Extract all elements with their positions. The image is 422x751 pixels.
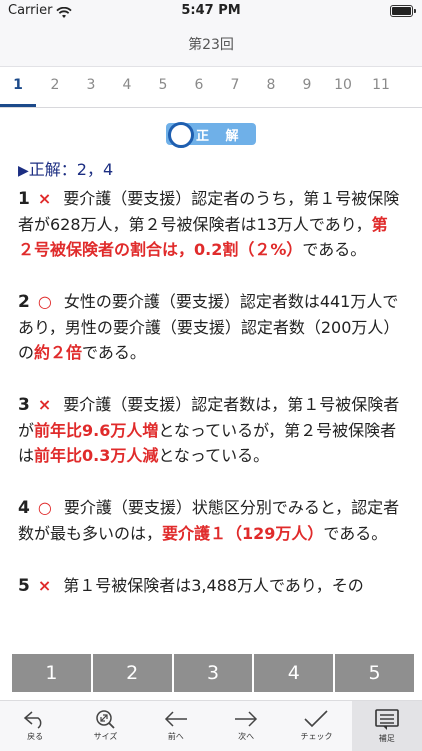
tab-question-11[interactable]: 11 bbox=[363, 77, 399, 93]
explanation-item-4: 4 ○ 要介護（要支援）状態区分別でみると，認定者数が最も多いのは，要介護１（129… bbox=[18, 495, 402, 546]
explanation-text: 第１号被保険者は3,488万人であり，その bbox=[63, 576, 364, 595]
page-title: 第23回 bbox=[188, 37, 234, 53]
tab-question-5[interactable]: 5 bbox=[145, 77, 181, 93]
answer-button-4[interactable]: 4 bbox=[254, 654, 334, 692]
back-arrow-icon bbox=[0, 709, 70, 729]
tab-question-8[interactable]: 8 bbox=[253, 77, 289, 93]
status-bar: Carrier 5:47 PM bbox=[0, 0, 422, 22]
highlighted-text: 前年比0.3万人減 bbox=[34, 446, 159, 465]
toolbar-label: チェック bbox=[300, 732, 333, 741]
answer-button-bar: 12345 bbox=[12, 654, 414, 692]
clock: 5:47 PM bbox=[181, 3, 241, 18]
left-arrow-icon bbox=[141, 709, 211, 729]
banner-label: 正 解 bbox=[196, 129, 245, 144]
battery-icon bbox=[390, 5, 416, 17]
answer-button-3[interactable]: 3 bbox=[173, 654, 253, 692]
item-number: 2 bbox=[18, 292, 30, 312]
correct-answer-line: ▶正解：2，4 bbox=[18, 156, 113, 180]
explanation-item-2: 2 ○ 女性の要介護（要支援）認定者数は441万人であり，男性の要介護（要支援）認定… bbox=[18, 289, 402, 365]
toolbar-button-check[interactable]: チェック bbox=[281, 701, 351, 751]
check-icon bbox=[281, 709, 351, 729]
toolbar-label: 前へ bbox=[167, 732, 184, 741]
toolbar-button-notes[interactable]: 補足 bbox=[351, 701, 422, 751]
explanation-text: 要介護（要支援）認定者のうち，第１号被保険者が628万人，第２号被保険者は13万… bbox=[18, 189, 400, 234]
toolbar-label: 次へ bbox=[238, 732, 255, 741]
answer-button-2[interactable]: 2 bbox=[92, 654, 172, 692]
toolbar-label: 戻る bbox=[27, 732, 44, 741]
explanation-item-5: 5 × 第１号被保険者は3,488万人であり，その bbox=[18, 573, 402, 599]
item-number: 5 bbox=[18, 576, 30, 596]
explanation-text: である。 bbox=[302, 240, 367, 259]
toolbar-button-zoom[interactable]: サイズ bbox=[70, 701, 140, 751]
tab-question-6[interactable]: 6 bbox=[181, 77, 217, 93]
answer-label: 正解： bbox=[28, 160, 77, 179]
answer-button-1[interactable]: 1 bbox=[12, 654, 91, 692]
toolbar-button-left-arrow[interactable]: 前へ bbox=[141, 701, 211, 751]
explanation-item-3: 3 × 要介護（要支援）認定者数は，第１号被保険者が前年比9.6万人増となっているが… bbox=[18, 392, 402, 468]
active-tab-indicator bbox=[0, 104, 36, 107]
toolbar-button-back-arrow[interactable]: 戻る bbox=[0, 701, 70, 751]
highlighted-text: 約２倍 bbox=[34, 343, 83, 362]
tab-question-10[interactable]: 10 bbox=[325, 77, 361, 93]
bottom-toolbar: 戻る サイズ 前へ 次へ チェック 補足 bbox=[0, 700, 422, 751]
zoom-icon bbox=[70, 709, 140, 729]
correct-mark: ○ bbox=[37, 292, 52, 311]
correct-circle-icon bbox=[168, 122, 194, 148]
highlighted-text: 要介護１（129万人） bbox=[162, 524, 324, 543]
tab-question-9[interactable]: 9 bbox=[289, 77, 325, 93]
navigation-bar: 第23回 bbox=[0, 22, 422, 67]
explanation-list: 1 × 要介護（要支援）認定者のうち，第１号被保険者が628万人，第２号被保険者は1… bbox=[18, 186, 402, 626]
explanation-text: である。 bbox=[82, 343, 146, 362]
tab-question-7[interactable]: 7 bbox=[217, 77, 253, 93]
explanation-item-1: 1 × 要介護（要支援）認定者のうち，第１号被保険者が628万人，第２号被保険者は1… bbox=[18, 186, 402, 262]
triangle-icon: ▶ bbox=[18, 163, 29, 179]
correct-answer-banner: 正 解 bbox=[166, 122, 256, 148]
incorrect-mark: × bbox=[37, 189, 52, 208]
highlighted-text: 前年比9.6万人増 bbox=[34, 421, 159, 440]
tab-question-3[interactable]: 3 bbox=[73, 77, 109, 93]
question-tabs: 1 2 3 4 5 6 7 8 9 10 11 bbox=[0, 67, 422, 108]
item-number: 4 bbox=[18, 498, 30, 518]
answer-value: 2，4 bbox=[76, 160, 114, 179]
incorrect-mark: × bbox=[37, 576, 52, 595]
correct-mark: ○ bbox=[37, 498, 52, 517]
incorrect-mark: × bbox=[37, 395, 52, 414]
item-number: 3 bbox=[18, 395, 30, 415]
right-arrow-icon bbox=[211, 709, 281, 729]
toolbar-label: 補足 bbox=[378, 734, 395, 743]
tab-question-2[interactable]: 2 bbox=[37, 77, 73, 93]
toolbar-button-right-arrow[interactable]: 次へ bbox=[211, 701, 281, 751]
explanation-text: となっている。 bbox=[158, 446, 270, 465]
explanation-text: である。 bbox=[323, 524, 388, 543]
tab-question-4[interactable]: 4 bbox=[109, 77, 145, 93]
item-number: 1 bbox=[18, 189, 30, 209]
tab-question-1[interactable]: 1 bbox=[0, 77, 36, 93]
notes-icon bbox=[352, 709, 422, 731]
toolbar-label: サイズ bbox=[93, 732, 118, 741]
answer-button-5[interactable]: 5 bbox=[335, 654, 414, 692]
